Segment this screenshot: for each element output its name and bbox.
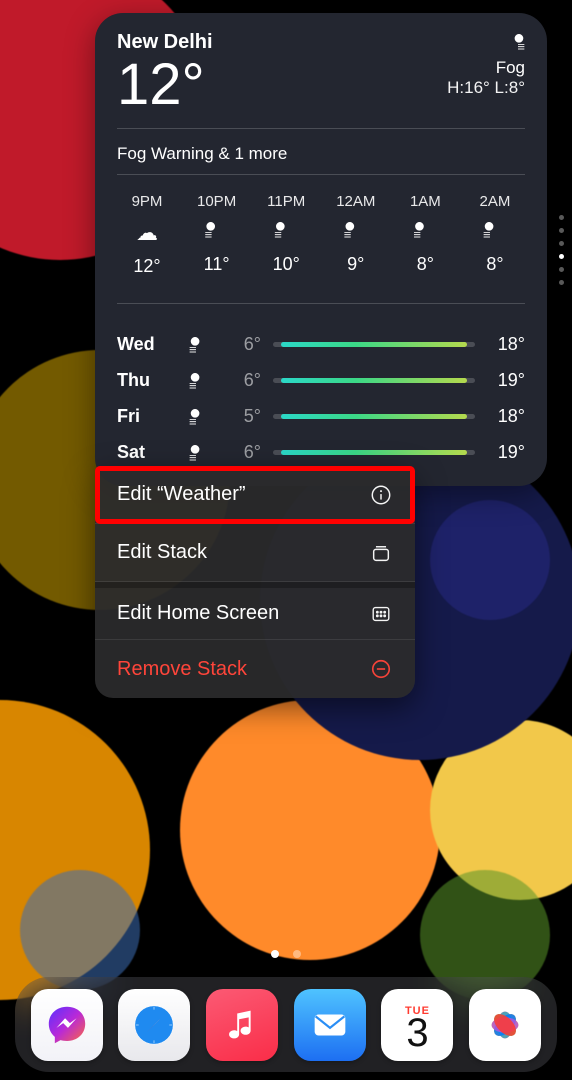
weather-widget[interactable]: New Delhi 12° Fog H:16° L:8° Fog Warning…: [95, 13, 547, 486]
hour-temp: 11°: [204, 254, 230, 275]
hourly-item: 9PM 12°: [117, 193, 177, 277]
hour-label: 12AM: [336, 193, 375, 210]
temp-range-bar: [273, 342, 475, 347]
home-pager[interactable]: [0, 950, 572, 958]
daily-forecast: Wed 6° 18° Thu 6° 19° Fri 5° 18° Sat 6° 19°: [117, 314, 525, 470]
day-high: 18°: [487, 334, 525, 355]
hour-temp: 8°: [417, 254, 434, 275]
app-safari[interactable]: [118, 989, 190, 1061]
day-label: Thu: [117, 370, 171, 391]
fog-icon: [274, 220, 298, 244]
day-low: 6°: [231, 370, 261, 391]
fog-icon: [183, 407, 219, 426]
weather-current-temp: 12°: [117, 56, 213, 114]
temp-range-bar: [273, 414, 475, 419]
menu-edit-home-screen[interactable]: Edit Home Screen: [95, 582, 415, 640]
app-messenger[interactable]: [31, 989, 103, 1061]
day-low: 6°: [231, 334, 261, 355]
hourly-item: 12AM 9°: [326, 193, 386, 277]
apps-grid-icon: [369, 602, 393, 626]
app-music[interactable]: [206, 989, 278, 1061]
day-low: 5°: [231, 406, 261, 427]
weather-condition: Fog: [447, 58, 525, 78]
fog-icon: [205, 220, 229, 244]
hour-label: 10PM: [197, 193, 236, 210]
hour-label: 2AM: [480, 193, 511, 210]
hourly-item: 1AM 8°: [395, 193, 455, 277]
hour-label: 9PM: [132, 193, 163, 210]
fog-icon: [344, 220, 368, 244]
weather-alert: Fog Warning & 1 more: [117, 139, 525, 174]
dock: TUE 3: [15, 977, 557, 1072]
daily-row: Thu 6° 19°: [117, 362, 525, 398]
temp-range-bar: [273, 378, 475, 383]
day-high: 18°: [487, 406, 525, 427]
daily-row: Wed 6° 18°: [117, 326, 525, 362]
daily-row: Sat 6° 19°: [117, 434, 525, 470]
hour-temp: 9°: [347, 254, 364, 275]
app-mail[interactable]: [294, 989, 366, 1061]
temp-range-bar: [273, 450, 475, 455]
daily-row: Fri 5° 18°: [117, 398, 525, 434]
hourly-forecast: 9PM 12° 10PM 11° 11PM 10° 12AM 9° 1AM 8° 2AM 8°: [117, 185, 525, 289]
remove-icon: [369, 657, 393, 681]
fog-icon: [483, 220, 507, 244]
hourly-item: 11PM 10°: [256, 193, 316, 277]
day-high: 19°: [487, 370, 525, 391]
stack-icon: [369, 541, 393, 565]
info-icon: [369, 483, 393, 507]
cloud-icon: [136, 220, 158, 246]
menu-item-label: Edit Stack: [117, 541, 207, 564]
day-high: 19°: [487, 442, 525, 463]
menu-item-label: Edit Home Screen: [117, 602, 279, 625]
weather-location: New Delhi: [117, 31, 213, 54]
day-label: Wed: [117, 334, 171, 355]
weather-high-low: H:16° L:8°: [447, 78, 525, 98]
hour-temp: 8°: [486, 254, 503, 275]
menu-item-label: Remove Stack: [117, 658, 247, 681]
menu-edit-stack[interactable]: Edit Stack: [95, 524, 415, 582]
menu-item-label: Edit “Weather”: [117, 483, 246, 506]
hour-temp: 12°: [133, 256, 160, 277]
widget-stack-pager[interactable]: [559, 215, 564, 285]
hour-label: 11PM: [267, 193, 305, 210]
hourly-item: 2AM 8°: [465, 193, 525, 277]
fog-icon: [183, 335, 219, 354]
day-label: Sat: [117, 442, 171, 463]
widget-context-menu: Edit “Weather” Edit Stack Edit Home Scre…: [95, 466, 415, 698]
day-low: 6°: [231, 442, 261, 463]
hour-temp: 10°: [273, 254, 300, 275]
day-label: Fri: [117, 406, 171, 427]
fog-icon: [447, 31, 525, 57]
calendar-day: 3: [406, 1015, 428, 1051]
hour-label: 1AM: [410, 193, 441, 210]
app-photos[interactable]: [469, 989, 541, 1061]
fog-icon: [413, 220, 437, 244]
menu-remove-stack[interactable]: Remove Stack: [95, 640, 415, 698]
app-calendar[interactable]: TUE 3: [381, 989, 453, 1061]
fog-icon: [183, 443, 219, 462]
hourly-item: 10PM 11°: [187, 193, 247, 277]
menu-edit-weather[interactable]: Edit “Weather”: [95, 466, 415, 524]
fog-icon: [183, 371, 219, 390]
